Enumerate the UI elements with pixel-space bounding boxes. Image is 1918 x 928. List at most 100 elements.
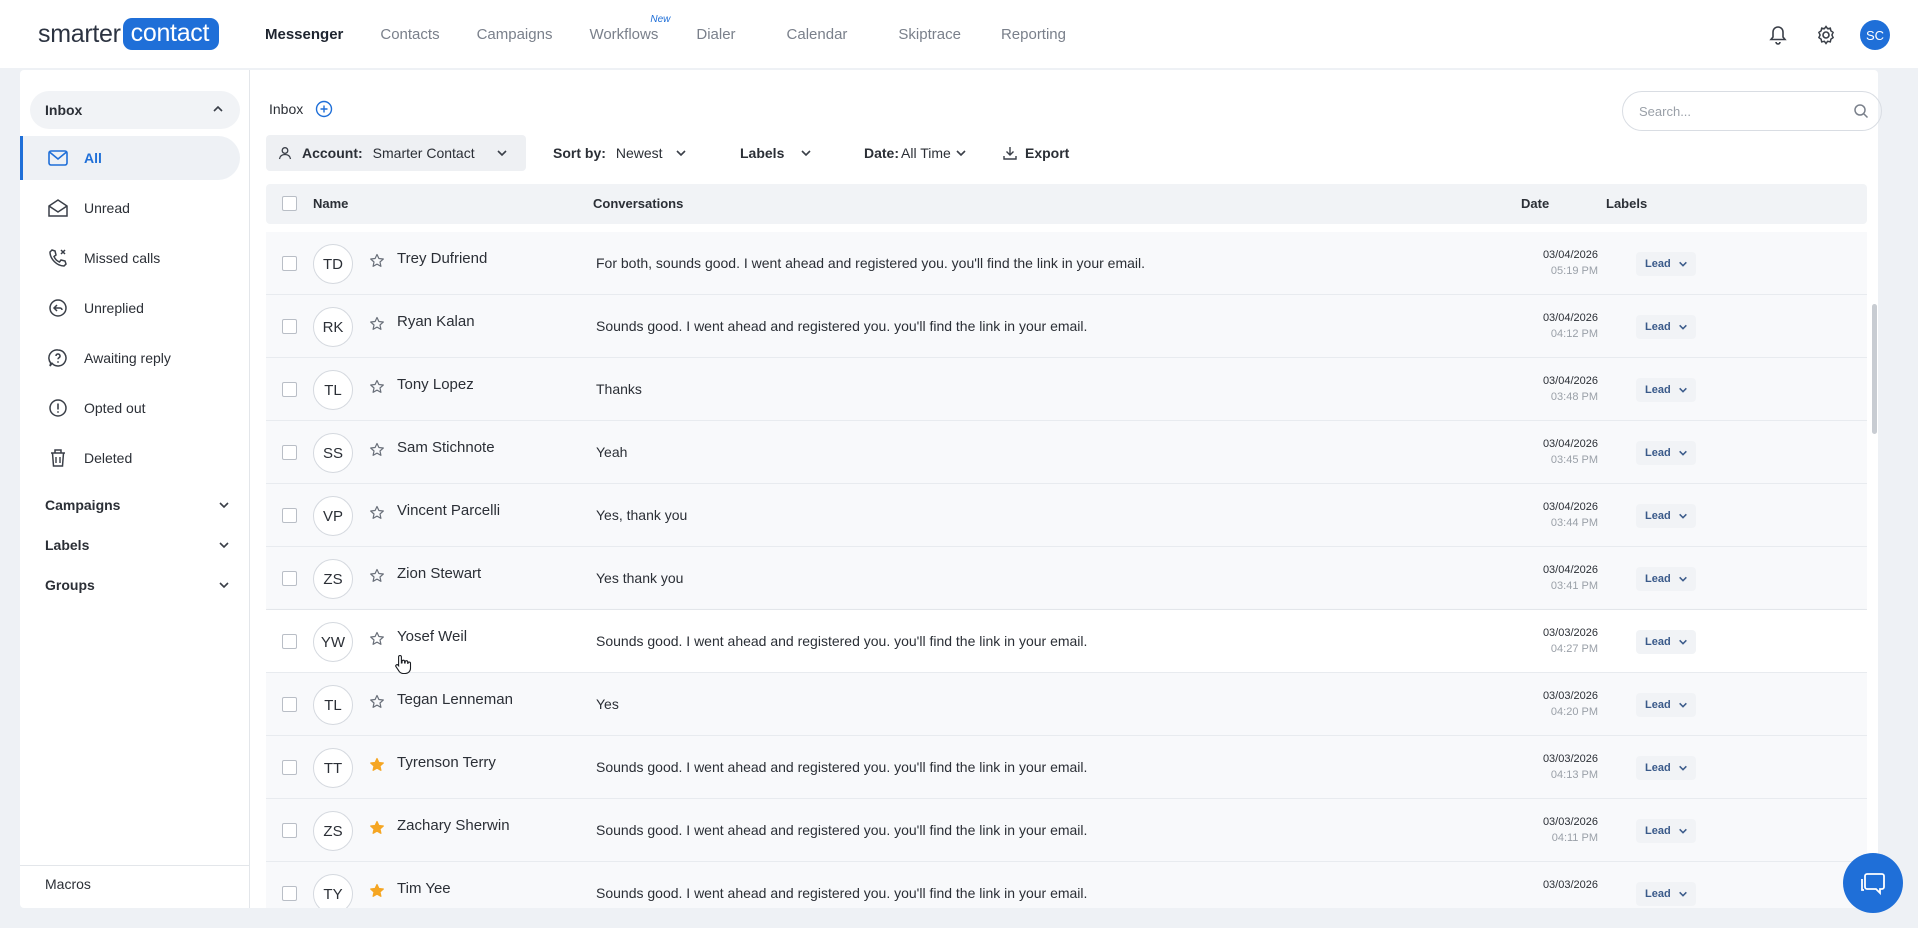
- label-select[interactable]: Lead: [1636, 315, 1696, 339]
- sidebar-section-groups[interactable]: Groups: [45, 577, 230, 593]
- label-select[interactable]: Lead: [1636, 630, 1696, 654]
- sidebar-item-deleted[interactable]: Deleted: [20, 436, 240, 480]
- select-all-checkbox[interactable]: [282, 196, 297, 211]
- user-avatar[interactable]: SC: [1860, 20, 1890, 50]
- sidebar-item-unread[interactable]: Unread: [20, 186, 240, 230]
- add-circle-icon[interactable]: [315, 100, 333, 118]
- star-icon[interactable]: [369, 568, 385, 584]
- nav-reporting[interactable]: Reporting: [1001, 26, 1066, 43]
- conversation-preview[interactable]: Sounds good. I went ahead and registered…: [596, 759, 1087, 775]
- contact-name[interactable]: Trey Dufriend: [397, 250, 487, 267]
- row-checkbox[interactable]: [282, 508, 297, 523]
- row-checkbox[interactable]: [282, 823, 297, 838]
- contact-name[interactable]: Tim Yee: [397, 880, 451, 897]
- sidebar-item-opted-out[interactable]: Opted out: [20, 386, 240, 430]
- sidebar-section-campaigns[interactable]: Campaigns: [45, 497, 230, 513]
- star-icon[interactable]: [369, 379, 385, 395]
- contact-name[interactable]: Zion Stewart: [397, 565, 481, 582]
- sidebar-item-unreplied[interactable]: Unreplied: [20, 286, 240, 330]
- macros-link[interactable]: Macros: [20, 865, 250, 892]
- star-filled-icon[interactable]: [369, 883, 385, 899]
- conversation-preview[interactable]: Sounds good. I went ahead and registered…: [596, 885, 1087, 901]
- sidebar-item-missed-calls[interactable]: Missed calls: [20, 236, 240, 280]
- nav-calendar[interactable]: Calendar: [787, 26, 848, 43]
- nav-campaigns[interactable]: Campaigns: [477, 26, 553, 43]
- conversation-preview[interactable]: For both, sounds good. I went ahead and …: [596, 255, 1145, 271]
- label-select[interactable]: Lead: [1636, 756, 1696, 780]
- label-select[interactable]: Lead: [1636, 567, 1696, 591]
- contact-name[interactable]: Tyrenson Terry: [397, 754, 496, 771]
- row-checkbox[interactable]: [282, 760, 297, 775]
- inbox-section-header[interactable]: Inbox: [30, 91, 240, 129]
- table-row[interactable]: VP Vincent Parcelli Yes, thank you 03/04/20…: [266, 484, 1867, 547]
- sort-select[interactable]: Sort by: Newest: [553, 135, 687, 171]
- star-icon[interactable]: [369, 505, 385, 521]
- nav-dialer[interactable]: Dialer: [696, 26, 735, 43]
- sidebar-item-awaiting-reply[interactable]: Awaiting reply: [20, 336, 240, 380]
- table-row[interactable]: ZS Zachary Sherwin Sounds good. I went ahe…: [266, 799, 1867, 862]
- conversation-preview[interactable]: Yeah: [596, 444, 627, 460]
- star-filled-icon[interactable]: [369, 820, 385, 836]
- table-row[interactable]: ZS Zion Stewart Yes thank you 03/04/2026 03:…: [266, 547, 1867, 610]
- nav-skiptrace[interactable]: Skiptrace: [898, 26, 961, 43]
- conversation-preview[interactable]: Yes thank you: [596, 570, 683, 586]
- label-select[interactable]: Lead: [1636, 252, 1696, 276]
- table-row[interactable]: TL Tony Lopez Thanks 03/04/2026 03:48 PM Lead: [266, 358, 1867, 421]
- star-icon[interactable]: [369, 631, 385, 647]
- star-icon[interactable]: [369, 442, 385, 458]
- sidebar-section-labels[interactable]: Labels: [45, 537, 230, 553]
- label-select[interactable]: Lead: [1636, 378, 1696, 402]
- logo[interactable]: smarter contact: [38, 18, 220, 50]
- sidebar-item-all[interactable]: All: [20, 136, 240, 180]
- table-row[interactable]: TT Tyrenson Terry Sounds good. I went ahea…: [266, 736, 1867, 799]
- table-row[interactable]: RK Ryan Kalan Sounds good. I went ahead an…: [266, 295, 1867, 358]
- table-row[interactable]: TY Tim Yee Sounds good. I went ahead and r…: [266, 862, 1867, 908]
- table-row[interactable]: TD Trey Dufriend For both, sounds good. I …: [266, 232, 1867, 295]
- row-checkbox[interactable]: [282, 886, 297, 901]
- conversation-preview[interactable]: Yes, thank you: [596, 507, 687, 523]
- table-row[interactable]: SS Sam Stichnote Yeah 03/04/2026 03:45 PM Lea…: [266, 421, 1867, 484]
- contact-name[interactable]: Sam Stichnote: [397, 439, 495, 456]
- label-select[interactable]: Lead: [1636, 441, 1696, 465]
- row-checkbox[interactable]: [282, 319, 297, 334]
- gear-icon[interactable]: [1812, 21, 1840, 49]
- row-checkbox[interactable]: [282, 571, 297, 586]
- table-row[interactable]: YW Yosef Weil Sounds good. I went ahead an…: [266, 610, 1867, 673]
- search-input[interactable]: Search...: [1622, 91, 1882, 131]
- star-filled-icon[interactable]: [369, 757, 385, 773]
- nav-workflows[interactable]: Workflows New: [589, 14, 670, 43]
- account-select[interactable]: Account: Smarter Contact: [266, 135, 526, 171]
- label-select[interactable]: Lead: [1636, 504, 1696, 528]
- star-icon[interactable]: [369, 694, 385, 710]
- label-select[interactable]: Lead: [1636, 882, 1696, 906]
- contact-name[interactable]: Vincent Parcelli: [397, 502, 500, 519]
- export-button[interactable]: Export: [1003, 135, 1069, 171]
- row-checkbox[interactable]: [282, 697, 297, 712]
- conversation-preview[interactable]: Sounds good. I went ahead and registered…: [596, 318, 1087, 334]
- table-row[interactable]: TL Tegan Lenneman Yes 03/03/2026 04:20 PM Lea…: [266, 673, 1867, 736]
- scrollbar[interactable]: [1872, 304, 1877, 434]
- contact-name[interactable]: Tony Lopez: [397, 376, 474, 393]
- conversation-preview[interactable]: Sounds good. I went ahead and registered…: [596, 822, 1087, 838]
- star-icon[interactable]: [369, 316, 385, 332]
- contact-name[interactable]: Tegan Lenneman: [397, 691, 513, 708]
- bell-icon[interactable]: [1764, 21, 1792, 49]
- contact-name[interactable]: Yosef Weil: [397, 628, 467, 645]
- date-filter[interactable]: Date: All Time: [864, 135, 967, 171]
- contact-name[interactable]: Zachary Sherwin: [397, 817, 510, 834]
- label-select[interactable]: Lead: [1636, 693, 1696, 717]
- conversation-preview[interactable]: Sounds good. I went ahead and registered…: [596, 633, 1087, 649]
- conversation-preview[interactable]: Yes: [596, 696, 619, 712]
- conversation-preview[interactable]: Thanks: [596, 381, 642, 397]
- row-checkbox[interactable]: [282, 634, 297, 649]
- labels-filter[interactable]: Labels: [740, 135, 812, 171]
- row-checkbox[interactable]: [282, 382, 297, 397]
- row-checkbox[interactable]: [282, 256, 297, 271]
- nav-messenger[interactable]: Messenger: [265, 26, 343, 43]
- star-icon[interactable]: [369, 253, 385, 269]
- row-checkbox[interactable]: [282, 445, 297, 460]
- chat-support-button[interactable]: [1843, 853, 1903, 913]
- nav-contacts[interactable]: Contacts: [380, 26, 439, 43]
- label-select[interactable]: Lead: [1636, 819, 1696, 843]
- contact-name[interactable]: Ryan Kalan: [397, 313, 475, 330]
